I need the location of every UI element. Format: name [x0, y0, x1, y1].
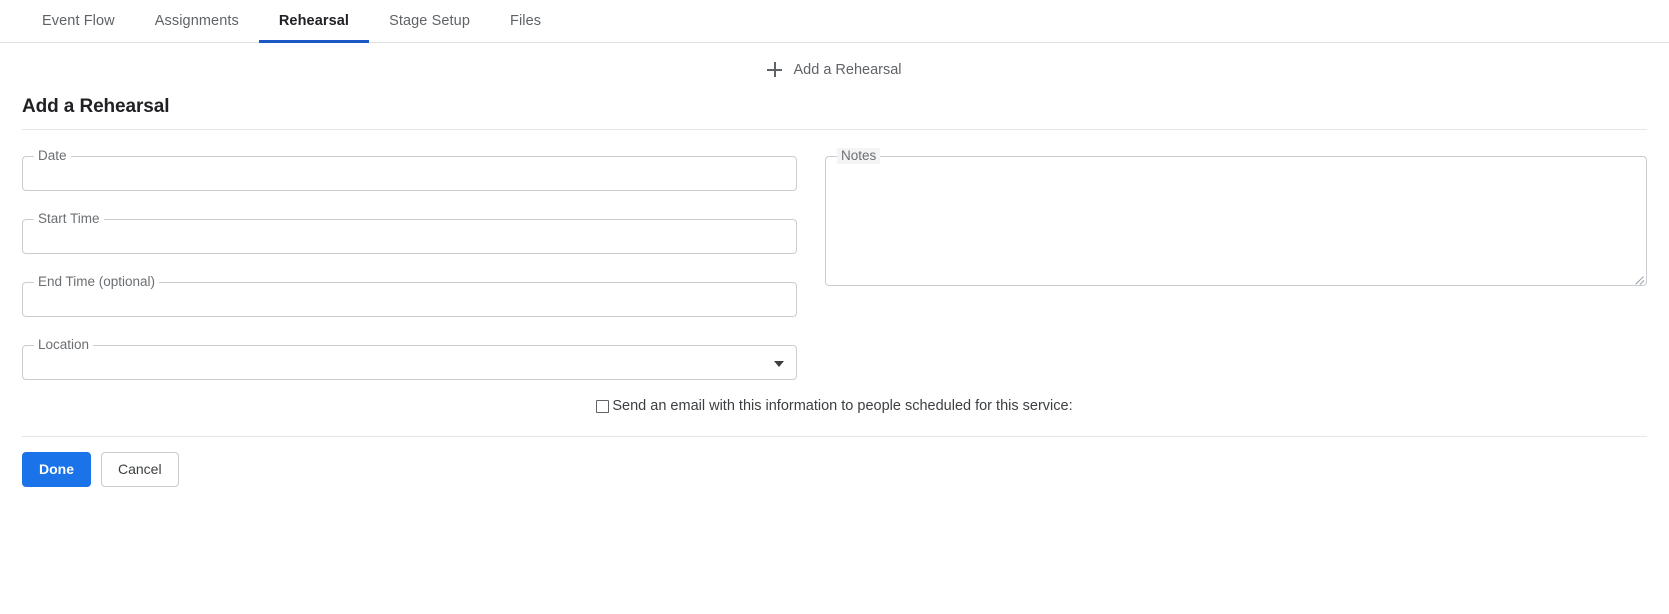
add-rehearsal-button[interactable]: Add a Rehearsal — [767, 61, 902, 78]
tab-label: Rehearsal — [278, 13, 350, 29]
form-columns: Date Start Time End Time (optional) Loca… — [22, 130, 1647, 380]
email-notify-row: Send an email with this information to p… — [22, 380, 1647, 436]
start-time-field-box[interactable] — [22, 219, 797, 254]
notes-field-group: Notes — [825, 148, 1647, 286]
tab-rehearsal[interactable]: Rehearsal — [258, 0, 370, 43]
resize-handle-icon[interactable] — [1632, 271, 1645, 284]
date-label: Date — [34, 148, 71, 164]
tab-files[interactable]: Files — [490, 0, 561, 42]
rehearsal-form: Date Start Time End Time (optional) Loca… — [0, 130, 1669, 436]
start-time-input[interactable] — [23, 220, 796, 253]
location-value[interactable] — [23, 346, 796, 379]
form-left-column: Date Start Time End Time (optional) Loca… — [22, 148, 797, 380]
date-field-group: Date — [22, 148, 797, 191]
end-time-label: End Time (optional) — [34, 274, 160, 290]
tab-label: Assignments — [154, 13, 239, 29]
location-field-group: Location — [22, 337, 797, 380]
add-rehearsal-label: Add a Rehearsal — [793, 61, 902, 78]
section-header: Add a Rehearsal — [0, 96, 1669, 129]
notes-label: Notes — [837, 148, 881, 164]
tab-label: Event Flow — [42, 13, 115, 29]
start-time-label: Start Time — [34, 211, 104, 227]
location-select[interactable] — [22, 345, 797, 380]
date-input[interactable] — [23, 157, 796, 190]
notes-field-box[interactable] — [825, 156, 1647, 286]
tab-label: Files — [510, 13, 542, 29]
form-right-column: Notes — [797, 148, 1647, 314]
form-footer: Done Cancel — [22, 436, 1647, 487]
notes-textarea[interactable] — [826, 157, 1646, 285]
cancel-button[interactable]: Cancel — [101, 452, 179, 487]
done-button[interactable]: Done — [22, 452, 91, 487]
send-email-checkbox[interactable] — [596, 399, 610, 413]
send-email-label[interactable]: Send an email with this information to p… — [612, 398, 1072, 414]
start-time-field-group: Start Time — [22, 211, 797, 254]
end-time-field-group: End Time (optional) — [22, 274, 797, 317]
add-rehearsal-row: Add a Rehearsal — [0, 43, 1669, 96]
location-label: Location — [34, 337, 94, 353]
tab-event-flow[interactable]: Event Flow — [22, 0, 135, 42]
plus-icon — [767, 62, 783, 77]
tab-label: Stage Setup — [389, 13, 470, 29]
tab-stage-setup[interactable]: Stage Setup — [369, 0, 490, 42]
date-field-box[interactable] — [22, 156, 797, 191]
tab-bar: Event Flow Assignments Rehearsal Stage S… — [0, 0, 1669, 43]
page-title: Add a Rehearsal — [22, 96, 170, 117]
tab-assignments[interactable]: Assignments — [135, 0, 259, 42]
